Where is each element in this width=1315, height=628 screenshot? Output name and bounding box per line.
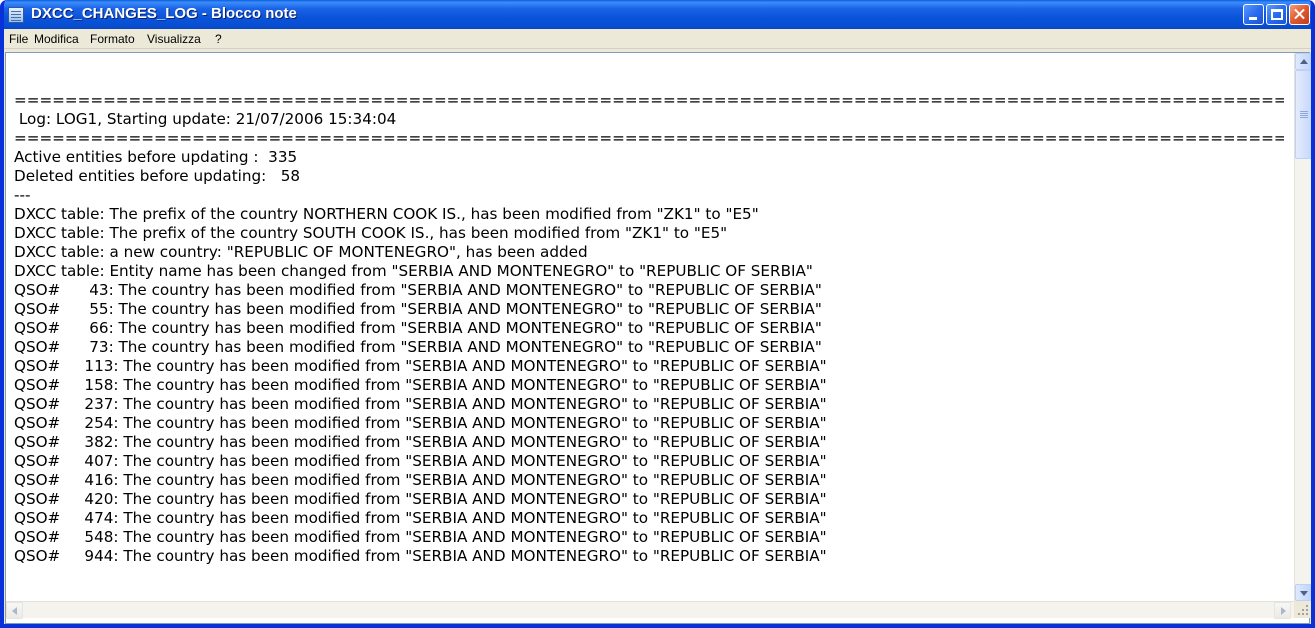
text-line: DXCC table: The prefix of the country NO… (14, 205, 759, 223)
text-line: Log: LOG1, Starting update: 21/07/2006 1… (14, 110, 397, 128)
text-line: DXCC table: The prefix of the country SO… (14, 224, 728, 242)
vertical-scroll-thumb[interactable] (1295, 70, 1311, 159)
scroll-up-button[interactable] (1295, 53, 1311, 70)
text-line: ========================================… (14, 129, 1284, 147)
arrow-left-icon (12, 607, 17, 615)
document-text[interactable]: ========================================… (14, 91, 1284, 624)
horizontal-scrollbar[interactable] (6, 601, 1294, 619)
text-line: ========================================… (14, 91, 1284, 109)
minimize-icon (1249, 17, 1257, 20)
text-line: QSO# 73: The country has been modified f… (14, 338, 822, 356)
vertical-scrollbar[interactable] (1294, 53, 1311, 601)
arrow-down-icon (1300, 591, 1308, 596)
text-editor[interactable]: ========================================… (5, 52, 1311, 624)
text-line: QSO# 382: The country has been modified … (14, 433, 827, 451)
close-button[interactable] (1289, 4, 1310, 25)
scroll-down-button[interactable] (1295, 584, 1311, 601)
text-line: QSO# 158: The country has been modified … (14, 376, 827, 394)
title-bar[interactable]: DXCC_CHANGES_LOG - Blocco note (4, 0, 1311, 29)
text-line: QSO# 416: The country has been modified … (14, 471, 827, 489)
text-line: Deleted entities before updating: 58 (14, 167, 301, 185)
text-line: QSO# 944: The country has been modified … (14, 547, 827, 565)
close-icon (1290, 5, 1309, 24)
notepad-window: DXCC_CHANGES_LOG - Blocco note File Modi… (0, 0, 1315, 628)
resize-grip-icon[interactable] (1294, 601, 1311, 618)
scroll-right-button[interactable] (1274, 602, 1291, 619)
notepad-icon[interactable] (8, 7, 24, 23)
maximize-button[interactable] (1266, 4, 1287, 25)
text-line: QSO# 548: The country has been modified … (14, 528, 827, 546)
text-line: DXCC table: a new country: "REPUBLIC OF … (14, 243, 588, 261)
text-line: Active entities before updating : 335 (14, 148, 298, 166)
arrow-up-icon (1300, 59, 1308, 64)
menu-visualizza[interactable]: Visualizza (147, 32, 201, 46)
text-line: QSO# 254: The country has been modified … (14, 414, 827, 432)
menu-help[interactable]: ? (215, 32, 222, 46)
arrow-right-icon (1281, 607, 1286, 615)
text-line: QSO# 474: The country has been modified … (14, 509, 827, 527)
menu-bar: File Modifica Formato Visualizza ? (4, 29, 1311, 49)
text-line: QSO# 407: The country has been modified … (14, 452, 827, 470)
menu-formato[interactable]: Formato (90, 32, 135, 46)
text-line: QSO# 43: The country has been modified f… (14, 281, 822, 299)
scroll-left-button[interactable] (6, 602, 23, 619)
text-line: QSO# 420: The country has been modified … (14, 490, 827, 508)
text-line: QSO# 113: The country has been modified … (14, 357, 827, 375)
minimize-button[interactable] (1243, 4, 1264, 25)
menu-modifica[interactable]: Modifica (34, 32, 79, 46)
grip-icon (1300, 111, 1308, 112)
text-line: --- (14, 186, 31, 204)
menu-file[interactable]: File (9, 32, 28, 46)
window-title: DXCC_CHANGES_LOG - Blocco note (31, 5, 297, 22)
text-line: QSO# 66: The country has been modified f… (14, 319, 822, 337)
maximize-icon (1271, 9, 1283, 20)
text-line: QSO# 237: The country has been modified … (14, 395, 827, 413)
text-line: QSO# 55: The country has been modified f… (14, 300, 822, 318)
text-line: DXCC table: Entity name has been changed… (14, 262, 813, 280)
